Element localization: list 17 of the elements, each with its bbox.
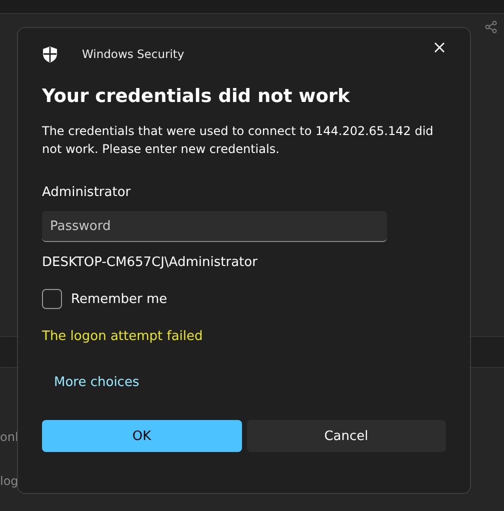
remember-label: Remember me (71, 292, 168, 306)
domain-user: DESKTOP-CM657CJ\Administrator (42, 255, 258, 270)
background-text: log (0, 474, 18, 488)
more-choices-link[interactable]: More choices (54, 375, 140, 390)
shield-icon (42, 46, 58, 62)
cancel-button[interactable]: Cancel (246, 420, 446, 452)
close-icon (434, 42, 444, 52)
ok-button[interactable]: OK (42, 420, 242, 452)
app-name: Windows Security (82, 47, 184, 61)
error-message: The logon attempt failed (42, 329, 204, 344)
dialog-heading: Your credentials did not work (42, 86, 351, 107)
password-field[interactable]: Password (42, 211, 387, 242)
background-text: onl (0, 430, 18, 444)
dialog-message: The credentials that were used to connect to 144.202.65.142 did not work. Please enter new credentials. (42, 123, 434, 158)
remember-checkbox[interactable] (42, 289, 62, 309)
share-icon[interactable] (484, 20, 498, 34)
username-label: Administrator (42, 185, 132, 200)
